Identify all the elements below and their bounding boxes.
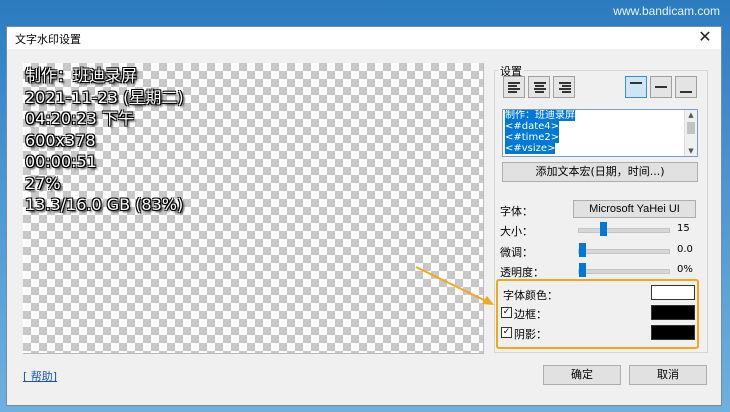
adjust-slider[interactable] [578,249,670,254]
text-input-line: 制作：班迪录屏 [503,110,697,121]
opacity-value: 0% [677,264,693,275]
close-icon[interactable]: ✕ [695,28,715,46]
text-input-line: <#time2> [503,132,697,143]
font-label: 字体： [500,205,533,218]
opacity-slider[interactable] [578,269,670,274]
preview-line: 600x378 [25,130,96,150]
scroll-up-icon[interactable]: ▲ [685,110,697,120]
size-value: 15 [677,223,690,234]
preview-line: 00:00:51 [25,152,97,171]
preview-line: 制作：班迪录屏 [25,66,138,85]
adjust-slider-thumb[interactable] [579,243,586,257]
selected-text: <#date4> [505,121,560,132]
font-select-button[interactable]: Microsoft YaHei UI [573,200,696,218]
ok-button[interactable]: 确定 [543,365,621,385]
title-bar: 文字水印设置 ✕ [7,27,721,49]
opacity-label: 透明度： [500,266,544,279]
preview-line: 27% [25,173,61,193]
size-slider[interactable] [578,228,670,233]
selected-text: 制作：班迪录屏 [505,110,575,121]
preview-line: 13.3/16.0 GB (83%) [25,195,184,214]
shadow-label: 阴影： [514,328,547,341]
position-middle-button[interactable] [650,76,672,98]
font-color-swatch[interactable] [651,285,695,300]
shadow-checkbox[interactable]: ✓ [501,327,512,338]
align-right-button[interactable] [553,76,575,98]
align-center-button[interactable] [528,76,550,98]
opacity-slider-thumb[interactable] [579,263,586,277]
border-color-swatch[interactable] [651,305,695,320]
text-watermark-dialog: 文字水印设置 ✕ 制作：班迪录屏 2021-11-23 (星期二) 04:20:23… [6,26,722,406]
position-bottom-button[interactable] [675,76,697,98]
font-color-label: 字体颜色： [503,289,558,302]
align-left-button[interactable] [503,76,525,98]
selected-text: <#vsize> [505,143,556,154]
scroll-thumb[interactable] [687,122,695,134]
text-input-line: <#date4> [503,121,697,132]
border-checkbox[interactable]: ✓ [501,307,512,318]
adjust-label: 微调： [500,246,533,259]
text-input-line: <#vsize> [503,143,697,154]
size-slider-thumb[interactable] [600,222,607,236]
scroll-down-icon[interactable]: ▼ [685,146,697,156]
color-settings-highlight: 字体颜色： ✓ 边框： ✓ 阴影： [496,279,699,349]
border-label: 边框： [514,308,547,321]
size-label: 大小： [500,225,533,238]
adjust-value: 0.0 [677,244,693,255]
annotation-arrow-icon [415,266,494,305]
text-scrollbar[interactable]: ▲ ▼ [684,110,697,156]
help-link[interactable]: [ 帮助] [23,368,57,384]
preview-line: 2021-11-23 (星期二) [25,87,184,107]
cancel-button[interactable]: 取消 [629,365,707,385]
position-top-button[interactable] [625,76,647,98]
shadow-color-swatch[interactable] [651,325,695,340]
add-text-macro-button[interactable]: 添加文本宏(日期，时间...) [502,162,698,182]
selected-text: <#time2> [505,132,560,143]
bandicam-watermark: www.bandicam.com [613,4,720,18]
dialog-title: 文字水印设置 [15,33,81,46]
preview-line: 04:20:23 下午 [25,109,134,128]
watermark-text-input[interactable]: 制作：班迪录屏 <#date4> <#time2> <#vsize> ▲ ▼ [502,109,698,157]
